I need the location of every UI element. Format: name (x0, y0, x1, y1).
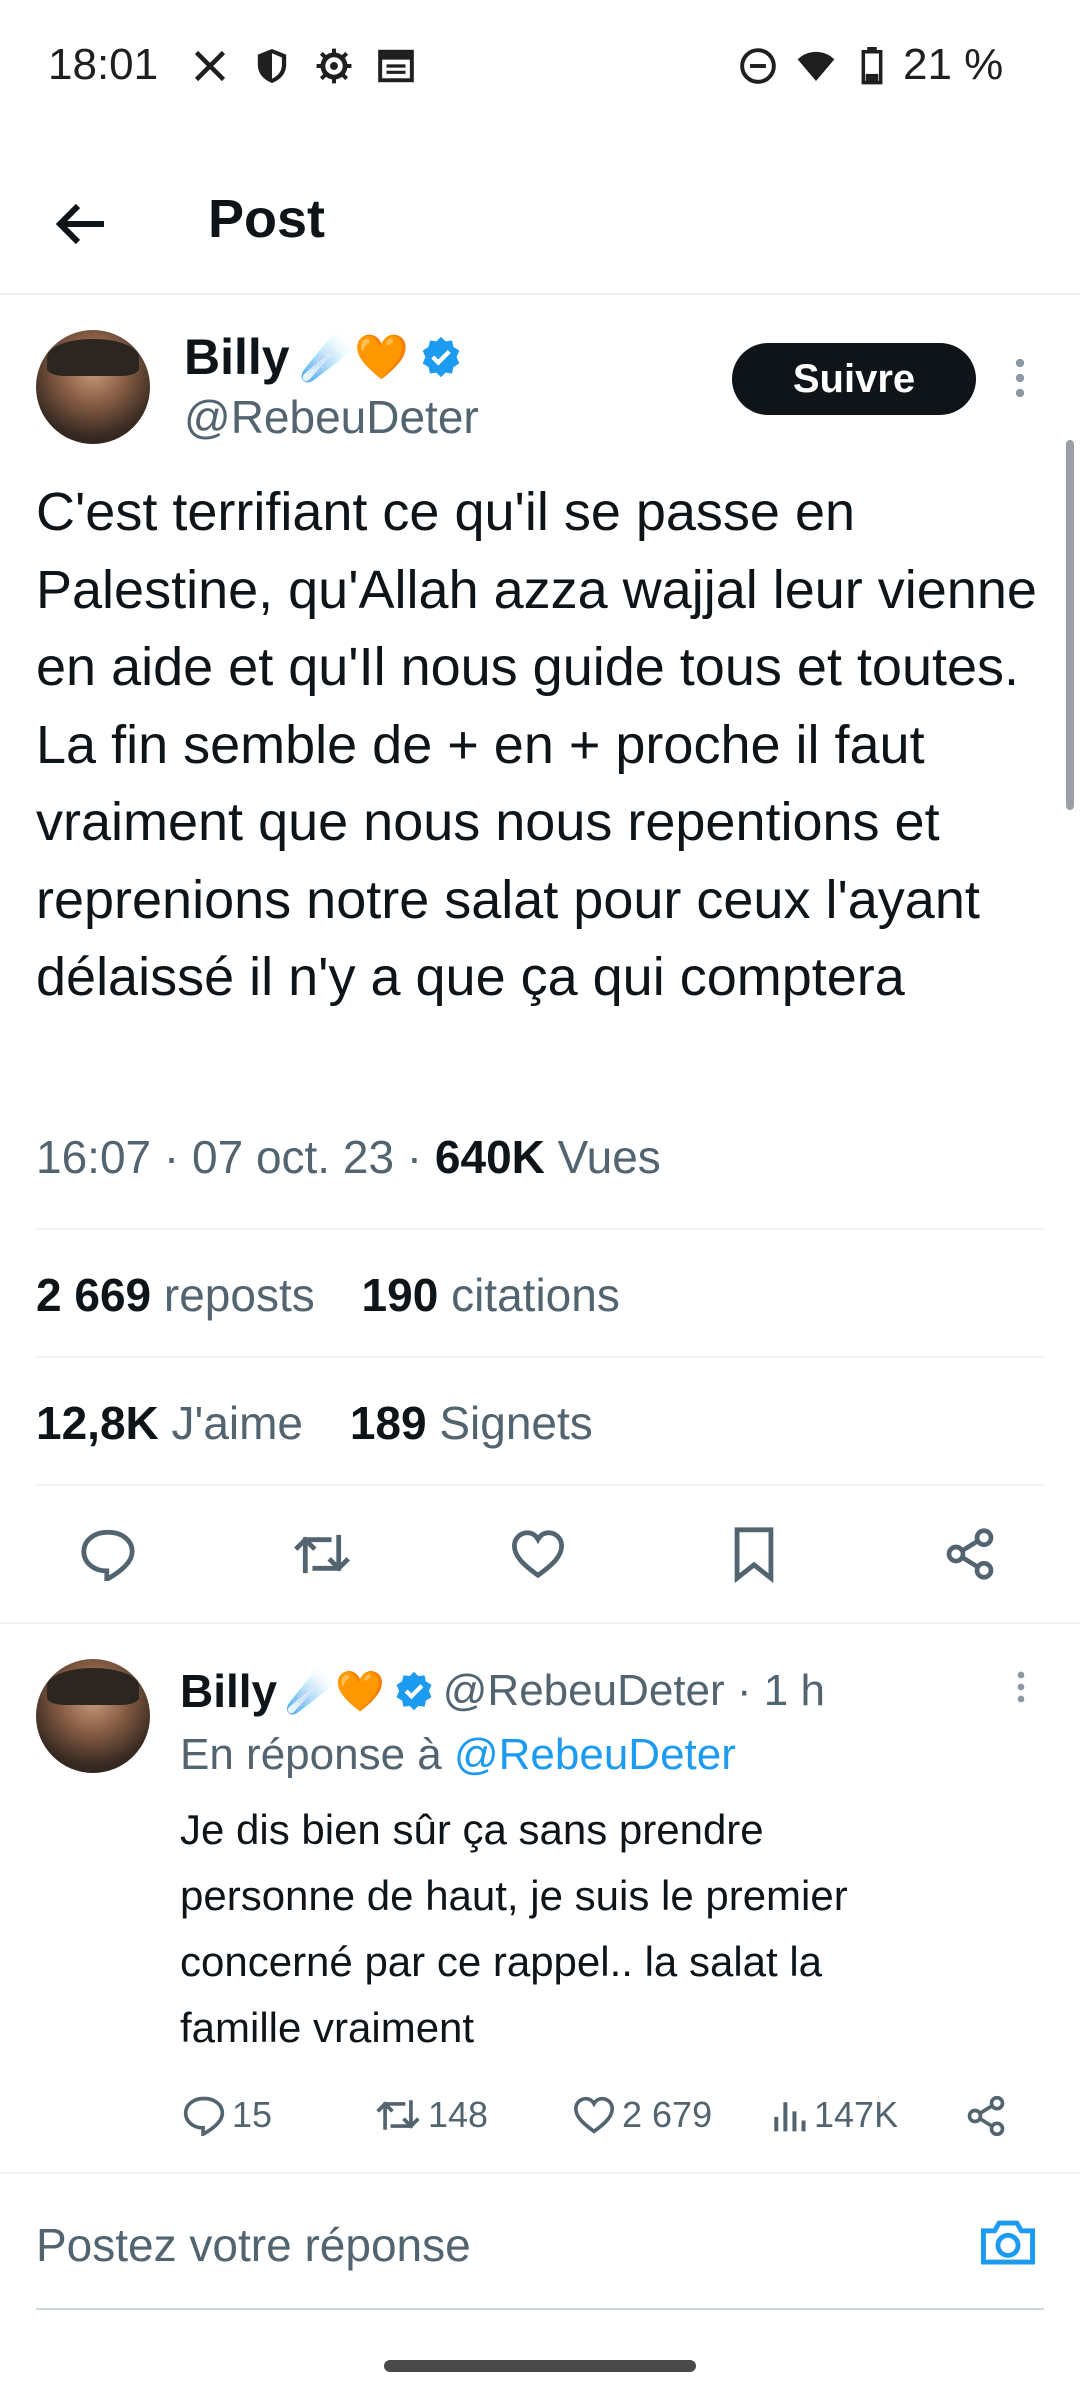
more-vertical-icon (1017, 1671, 1025, 1703)
battery-percent: 21 % (903, 40, 1004, 89)
post-timestamp: 16:07 · 07 oct. 23 · (36, 1131, 435, 1183)
top-bar: Post (0, 160, 1080, 295)
divider (36, 1484, 1044, 1486)
arrow-left-icon (55, 203, 104, 245)
reply-like-button[interactable]: 2 679 (572, 2094, 712, 2136)
repost-icon (376, 2100, 420, 2130)
quotes-stat[interactable]: 190 citations (362, 1269, 620, 1321)
views-label: Vues (557, 1131, 661, 1183)
likes-label: J'aime (171, 1397, 304, 1449)
reply-text-line: concerné par ce rappel.. la salat la (180, 1938, 823, 1985)
comment-icon (81, 1529, 135, 1581)
back-button[interactable] (40, 184, 120, 264)
reply-reposts-count: 148 (428, 2094, 489, 2135)
in-reply-handle-link[interactable]: @RebeuDeter (454, 1730, 736, 1779)
repost-button[interactable] (286, 1518, 358, 1590)
home-indicator[interactable] (384, 2360, 696, 2372)
reply-handle-time[interactable]: @RebeuDeter · 1 h (443, 1666, 825, 1716)
scrollbar[interactable] (1066, 440, 1074, 810)
like-button[interactable] (502, 1518, 574, 1590)
author-name[interactable]: Billy (184, 328, 290, 386)
views-count: 640K (434, 1131, 545, 1183)
quotes-label: citations (451, 1269, 620, 1321)
calendar-icon (376, 46, 416, 86)
reply-text: Je dis bien sûr ça sans prendre personne… (180, 1797, 1040, 2061)
post-meta: 16:07 · 07 oct. 23 · 640K Vues (36, 1130, 661, 1184)
like-stats: 12,8K J'aime 189 Signets (36, 1396, 593, 1450)
verified-badge-icon (396, 1671, 432, 1711)
status-bar: 18:01 21 % (0, 0, 1080, 140)
repost-icon (294, 1534, 350, 1574)
reply-views-button[interactable]: 147K (770, 2094, 898, 2136)
reply-likes-count: 2 679 (622, 2094, 713, 2135)
post-text: C'est terrifiant ce qu'il se passe en Pa… (36, 482, 1037, 1007)
reply-views-count: 147K (814, 2094, 899, 2135)
author-handle[interactable]: @RebeuDeter (184, 390, 479, 444)
shield-icon (252, 46, 292, 86)
reply-text-line: famille vraiment (180, 2004, 475, 2051)
bookmarks-stat[interactable]: 189 Signets (350, 1397, 593, 1449)
divider (36, 1228, 1044, 1230)
follow-button[interactable]: Suivre (732, 343, 976, 415)
do-not-disturb-icon (738, 46, 778, 86)
verified-badge-icon (422, 336, 460, 378)
divider (36, 1356, 1044, 1358)
wifi-icon (796, 46, 836, 86)
page-title: Post (208, 189, 326, 249)
heart-icon (511, 1530, 565, 1579)
share-icon (967, 2095, 1005, 2137)
reply-author-emojis: ☄️🧡 (285, 1669, 385, 1714)
more-options-button[interactable] (1000, 353, 1040, 403)
bookmarks-label: Signets (439, 1397, 593, 1449)
reply-button[interactable] (72, 1518, 144, 1590)
reply-compose-bar[interactable]: Postez votre réponse (36, 2180, 1044, 2310)
quotes-count: 190 (361, 1269, 439, 1321)
reply-text-line: Je dis bien sûr ça sans prendre (180, 1806, 764, 1853)
reply-comments-count: 15 (232, 2094, 273, 2135)
bookmark-button[interactable] (718, 1518, 790, 1590)
likes-count: 12,8K (36, 1397, 159, 1449)
status-time: 18:01 (48, 40, 159, 89)
reply-item[interactable]: Billy ☄️🧡 @RebeuDeter · 1 h En réponse à… (0, 1624, 1080, 2172)
x-logo-icon (190, 46, 230, 86)
reply-share-button[interactable] (964, 2094, 1008, 2138)
heart-icon (573, 2096, 615, 2134)
reply-repost-button[interactable]: 148 (374, 2094, 488, 2136)
reply-comment-button[interactable]: 15 (182, 2094, 272, 2136)
share-button[interactable] (934, 1518, 1006, 1590)
avatar[interactable] (36, 330, 150, 444)
gear-icon (314, 46, 354, 86)
reposts-stat[interactable]: 2 669 reposts (36, 1269, 315, 1321)
repost-stats: 2 669 reposts 190 citations (36, 1268, 620, 1322)
in-reply-to: En réponse à @RebeuDeter (180, 1730, 736, 1780)
author-line[interactable]: Billy ☄️🧡 (184, 328, 463, 386)
in-reply-prefix: En réponse à (180, 1730, 454, 1779)
battery-icon (852, 46, 892, 86)
comment-icon (183, 2096, 225, 2136)
bookmark-icon (734, 1527, 774, 1583)
more-vertical-icon (1015, 358, 1025, 398)
author-emojis: ☄️🧡 (299, 333, 410, 382)
reply-text-line: personne de haut, je suis le premier (180, 1872, 848, 1919)
share-icon (946, 1528, 994, 1580)
analytics-icon (774, 2102, 806, 2132)
reposts-count: 2 669 (36, 1269, 152, 1321)
camera-button[interactable] (976, 2210, 1040, 2274)
reply-more-button[interactable] (1006, 1664, 1036, 1710)
avatar[interactable] (36, 1659, 150, 1773)
reply-header: Billy ☄️🧡 @RebeuDeter · 1 h (180, 1664, 825, 1718)
camera-icon (981, 2220, 1035, 2265)
bookmarks-count: 189 (349, 1397, 427, 1449)
reposts-label: reposts (163, 1269, 315, 1321)
divider (0, 2172, 1080, 2174)
likes-stat[interactable]: 12,8K J'aime (36, 1397, 303, 1449)
reply-author-name[interactable]: Billy (180, 1664, 277, 1718)
reply-input[interactable]: Postez votre réponse (36, 2218, 471, 2272)
